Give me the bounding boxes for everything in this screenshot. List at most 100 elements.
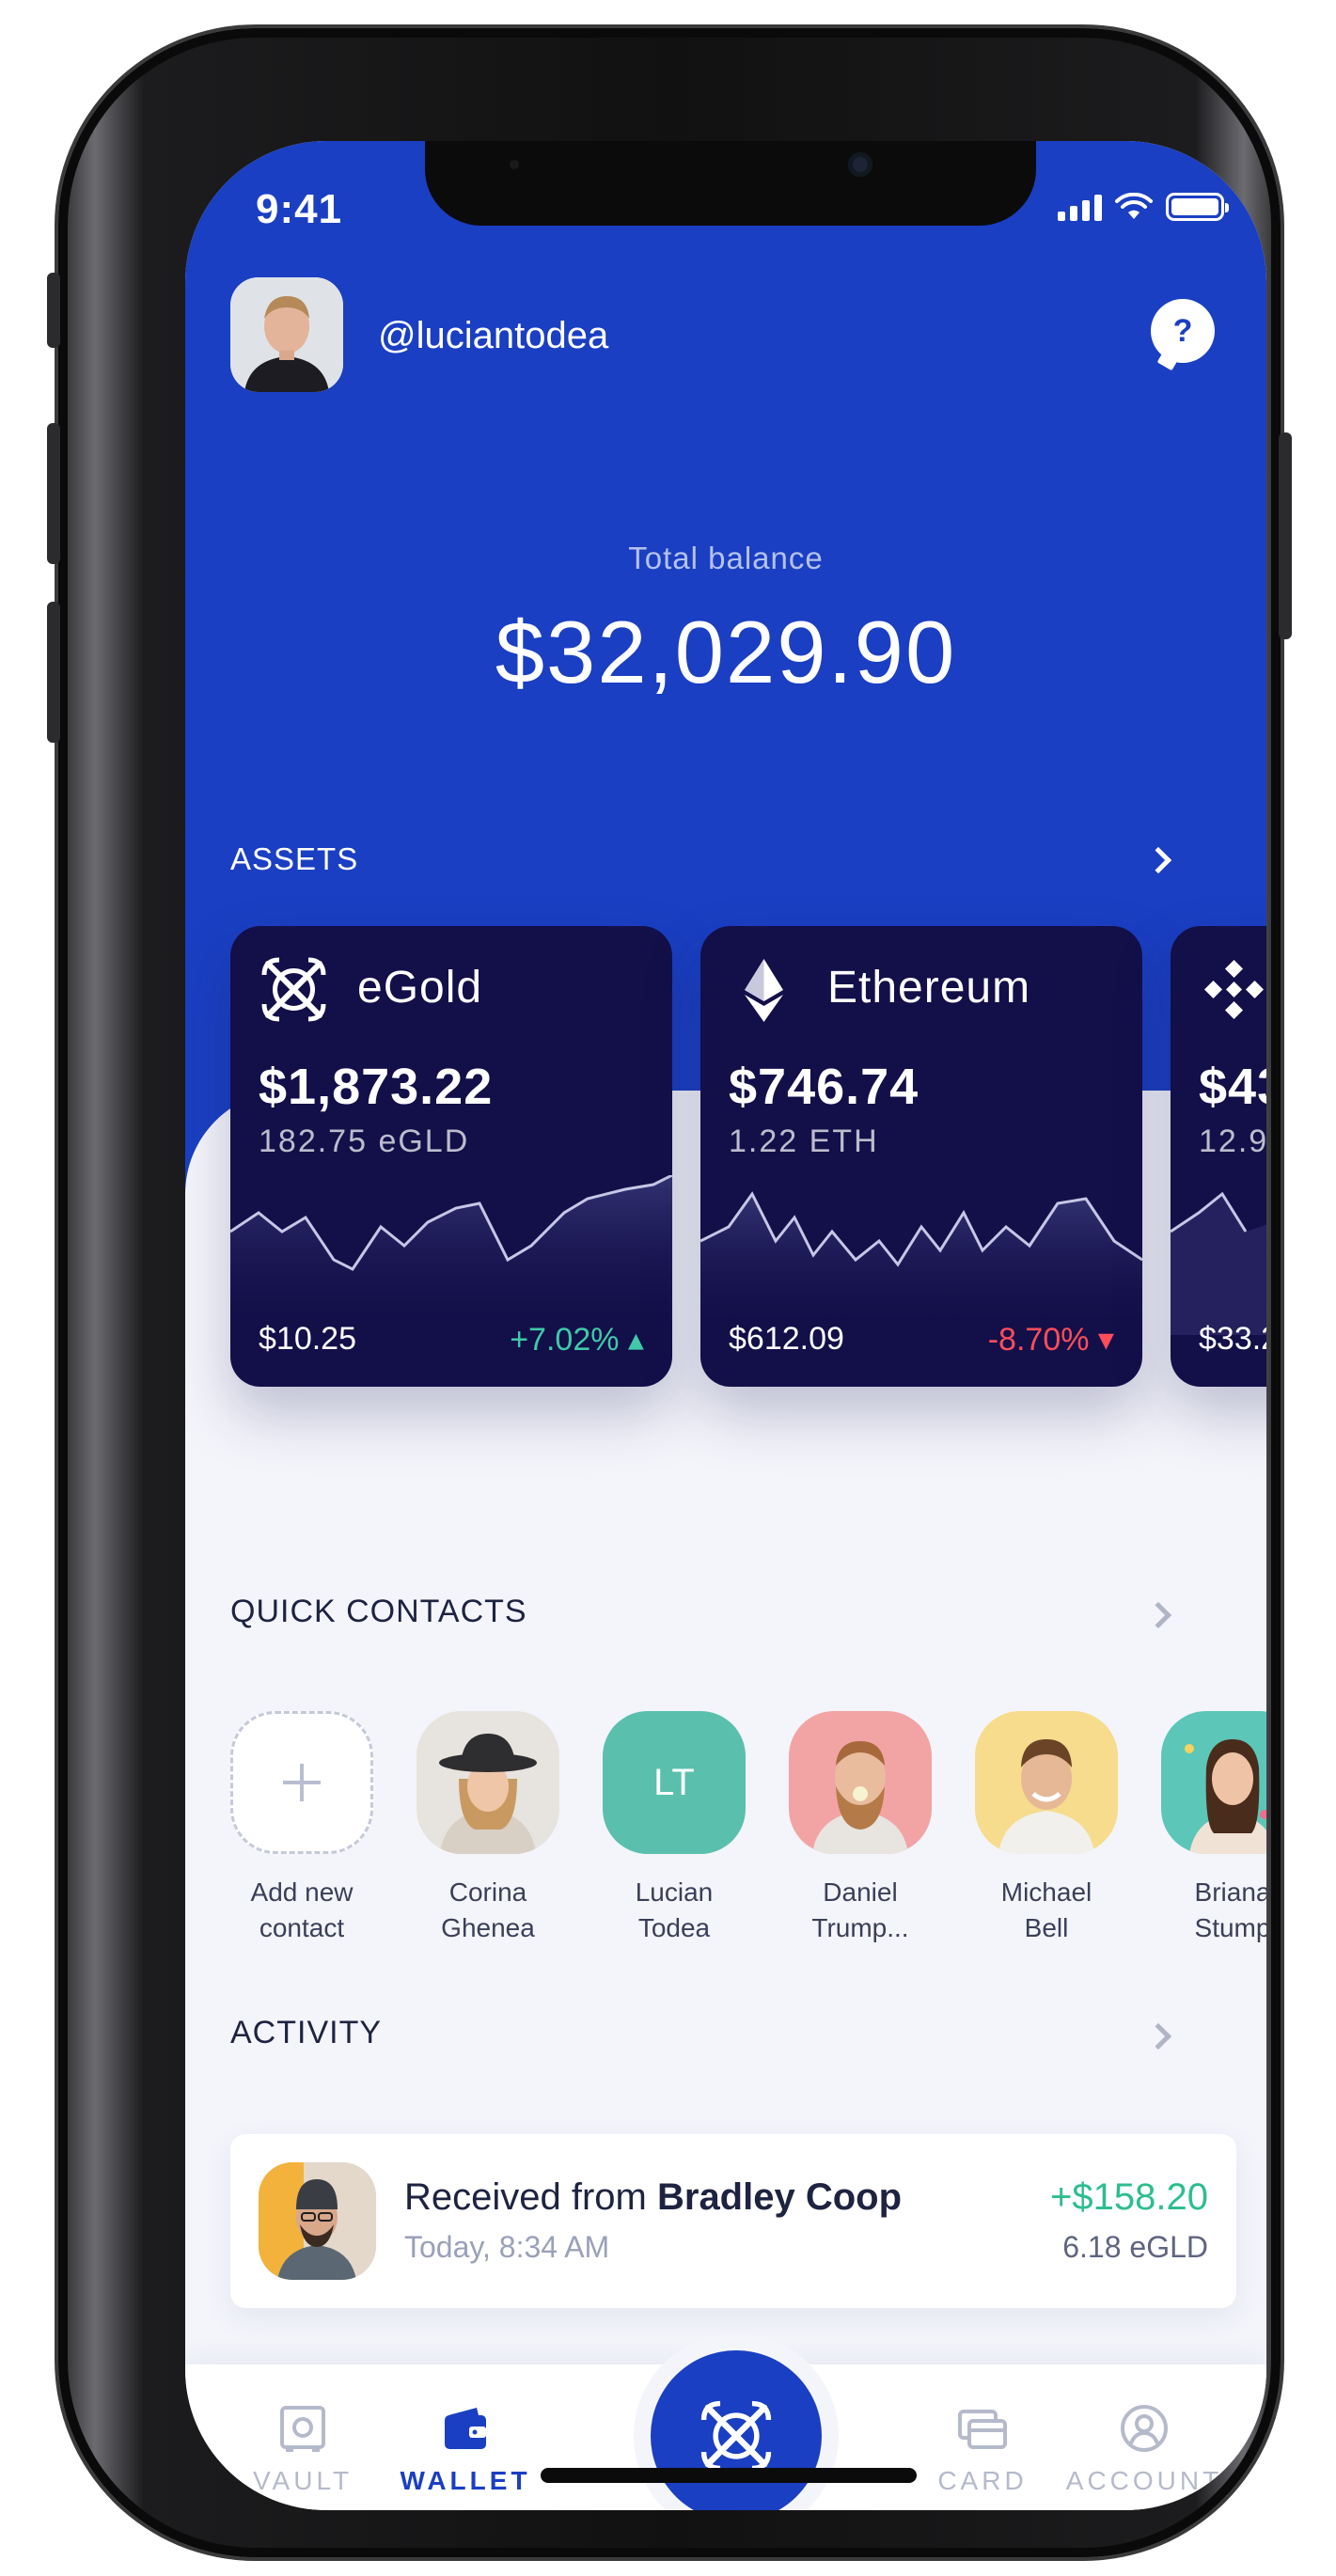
asset-card-egold[interactable]: eGold $1,873.22 182.75 eGLD $10.25 +7.02…	[230, 926, 672, 1387]
account-icon	[1118, 2402, 1171, 2455]
contact-name-line1: Add new	[250, 1877, 354, 1907]
contact-name-line2: Ghenea	[441, 1913, 535, 1942]
assets-title: ASSETS	[230, 841, 359, 876]
volume-up-button	[47, 423, 60, 564]
wifi-icon	[1115, 193, 1153, 219]
card-icon	[956, 2402, 1009, 2455]
asset-value: $746.74	[729, 1059, 919, 1115]
tab-label: CARD	[937, 2466, 1028, 2495]
total-balance-value: $32,029.90	[495, 603, 957, 701]
egold-action-button[interactable]	[651, 2350, 822, 2510]
contact-initials-avatar: LT	[603, 1711, 746, 1854]
silent-switch	[47, 273, 60, 348]
contact-item[interactable]: Daniel Trump...	[789, 1711, 932, 1946]
asset-amount: 182.75 eGLD	[259, 1123, 470, 1159]
ethereum-icon	[745, 959, 783, 1022]
add-contact-button[interactable]: Add new contact	[230, 1711, 373, 1946]
tab-card[interactable]: CARD	[888, 2402, 1077, 2496]
tab-label: ACCOUNT	[1065, 2466, 1223, 2495]
activity-prefix: Received from	[404, 2176, 657, 2218]
profile-photo	[230, 277, 343, 392]
contact-avatar	[417, 1711, 559, 1854]
arrow-up-icon: ▴	[627, 1322, 644, 1358]
app-screen: 9:41 @luciantodea ? Total balance $32,02…	[185, 141, 1266, 2510]
egold-icon	[261, 957, 326, 1022]
contact-name-line2: Bell	[1024, 1913, 1069, 1942]
contact-name: Add new contact	[230, 1875, 373, 1946]
asset-low-price: $33.2	[1199, 1321, 1266, 1357]
quick-contacts-more-chevron-icon[interactable]	[1144, 1601, 1172, 1629]
contact-avatar	[975, 1711, 1118, 1854]
activity-avatar	[259, 2162, 376, 2280]
tab-label: WALLET	[400, 2466, 531, 2495]
sensor	[510, 160, 519, 169]
contact-name: Briana Stump	[1161, 1875, 1266, 1946]
tab-wallet[interactable]: WALLET	[371, 2402, 559, 2496]
contact-name-line2: contact	[259, 1913, 345, 1942]
vault-icon	[276, 2402, 329, 2455]
asset-name: eGold	[357, 963, 483, 1013]
activity-contact-name: Bradley Coop	[656, 2176, 903, 2218]
device-notch	[425, 141, 1036, 226]
plus-icon	[230, 1711, 373, 1854]
quick-contacts-list: Add new contact Corina Ghenea LT Lucian …	[230, 1711, 1266, 1965]
total-balance-label: Total balance	[628, 541, 824, 575]
tab-account[interactable]: ACCOUNT	[1050, 2402, 1238, 2496]
asset-cards: eGold $1,873.22 182.75 eGLD $10.25 +7.02…	[230, 926, 1266, 1387]
asset-value: $1,873.22	[259, 1059, 494, 1115]
contact-name: Corina Ghenea	[417, 1875, 559, 1946]
asset-card-ethereum[interactable]: Ethereum $746.74 1.22 ETH $612.09 -8.70%…	[700, 926, 1142, 1387]
arrow-down-icon: ▾	[1097, 1322, 1114, 1358]
contact-name: Lucian Todea	[603, 1875, 746, 1946]
contact-item[interactable]: Corina Ghenea	[417, 1711, 559, 1946]
contact-name-line1: Lucian	[635, 1877, 714, 1907]
quick-contacts-title: QUICK CONTACTS	[230, 1594, 527, 1629]
contact-name: Daniel Trump...	[789, 1875, 932, 1946]
asset-change-value: -8.70%	[987, 1322, 1090, 1358]
asset-change: -8.70% ▾	[988, 1321, 1114, 1359]
asset-amount: 1.22 ETH	[729, 1123, 879, 1159]
asset-name: Ethereum	[827, 963, 1031, 1013]
volume-down-button	[47, 602, 60, 743]
contact-name-line2: Stump	[1194, 1913, 1266, 1942]
activity-more-chevron-icon[interactable]	[1144, 2022, 1172, 2050]
egold-icon	[700, 2400, 772, 2472]
home-indicator[interactable]	[541, 2468, 917, 2483]
contact-avatar	[789, 1711, 932, 1854]
asset-change: +7.02% ▴	[510, 1321, 644, 1359]
asset-change-value: +7.02%	[510, 1322, 620, 1358]
activity-time: Today, 8:34 AM	[404, 2230, 610, 2264]
phone-frame: 9:41 @luciantodea ? Total balance $32,02…	[47, 28, 1292, 2557]
front-camera	[848, 152, 872, 177]
asset-card-binance[interactable]: $43 12.92 $33.2	[1171, 926, 1266, 1387]
username: @luciantodea	[378, 315, 609, 356]
contact-name-line1: Briana	[1194, 1877, 1266, 1907]
asset-low-price: $612.09	[729, 1321, 844, 1357]
tab-vault[interactable]: VAULT	[209, 2402, 397, 2496]
status-icons	[1058, 193, 1229, 221]
asset-amount: 12.92	[1199, 1123, 1266, 1159]
contact-name-line1: Michael	[1000, 1877, 1092, 1907]
bottom-tab-bar: VAULT WALLET CARD ACCOUNT	[185, 2350, 1266, 2510]
wallet-icon	[439, 2402, 492, 2455]
activity-item[interactable]: Received from Bradley Coop Today, 8:34 A…	[230, 2134, 1236, 2308]
activity-crypto-amount: 6.18 eGLD	[1062, 2230, 1208, 2264]
help-label: ?	[1172, 312, 1193, 349]
asset-sparkline	[1171, 1191, 1266, 1335]
contact-name-line1: Corina	[448, 1877, 527, 1907]
contact-item[interactable]: Briana Stump	[1161, 1711, 1266, 1946]
activity-amount: +$158.20	[1050, 2176, 1208, 2218]
contact-avatar	[1161, 1711, 1266, 1854]
contact-item[interactable]: LT Lucian Todea	[603, 1711, 746, 1946]
asset-value: $43	[1199, 1059, 1266, 1115]
battery-icon	[1166, 193, 1229, 221]
binance-icon	[1204, 960, 1264, 1019]
activity-title: ACTIVITY	[230, 2015, 383, 2050]
contact-item[interactable]: Michael Bell	[975, 1711, 1118, 1946]
help-button[interactable]: ?	[1151, 299, 1215, 363]
contact-name: Michael Bell	[975, 1875, 1118, 1946]
signal-icon	[1058, 193, 1102, 221]
asset-low-price: $10.25	[259, 1321, 356, 1357]
profile-avatar[interactable]	[230, 277, 343, 392]
contact-name-line1: Daniel	[823, 1877, 898, 1907]
